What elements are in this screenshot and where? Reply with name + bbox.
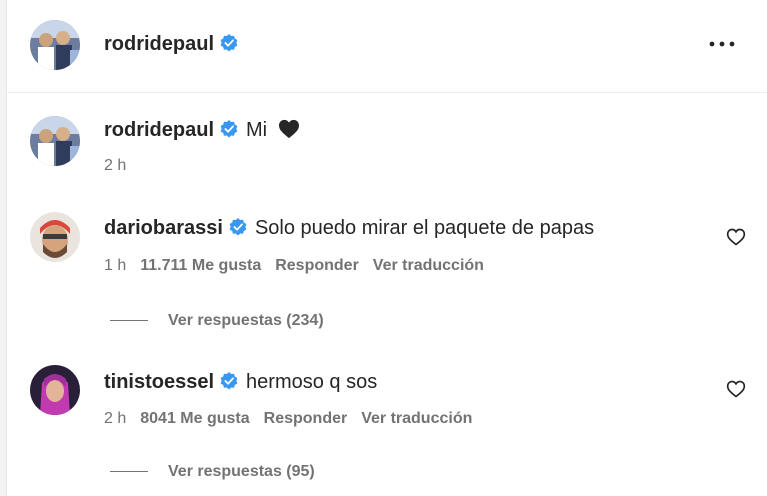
comment-likes[interactable]: 11.711 Me gusta: [140, 257, 261, 274]
black-heart-icon: [278, 119, 299, 139]
reply-button[interactable]: Responder: [264, 410, 348, 427]
caption-time: 2 h: [104, 157, 127, 174]
header-avatar[interactable]: [30, 20, 80, 70]
comment-time: 1 h: [104, 257, 127, 274]
view-replies-button-1[interactable]: Ver respuestas (234): [110, 312, 324, 330]
verified-badge-icon: [220, 34, 238, 52]
caption-username[interactable]: rodridepaul: [104, 119, 214, 141]
caption-line: rodridepaul Mi: [104, 119, 300, 142]
replies-divider-line: [110, 320, 148, 322]
verified-badge-icon: [220, 120, 238, 138]
header-username[interactable]: rodridepaul: [104, 33, 214, 55]
comment-avatar-dariobarassi[interactable]: [30, 212, 80, 262]
verified-badge-icon: [229, 218, 247, 236]
more-options-icon[interactable]: [707, 34, 737, 54]
comment-likes[interactable]: 8041 Me gusta: [140, 410, 249, 427]
like-heart-icon[interactable]: [726, 379, 746, 399]
instagram-post-comments: rodridepaul rodridepaul Mi 2 h dariobara…: [0, 0, 767, 496]
translate-button[interactable]: Ver traducción: [373, 257, 484, 274]
comment-text: Solo puedo mirar el paquete de papas: [254, 217, 595, 239]
comment-text: hermoso q sos: [246, 371, 378, 393]
caption-meta: 2 h: [104, 157, 140, 175]
comment-username[interactable]: dariobarassi: [104, 217, 223, 239]
comment-avatar-tinistoessel[interactable]: [30, 365, 80, 415]
comment-username[interactable]: tinistoessel: [104, 371, 214, 393]
replies-divider-line: [110, 471, 148, 473]
verified-badge-icon: [220, 372, 238, 390]
translate-button[interactable]: Ver traducción: [361, 410, 472, 427]
view-replies-label[interactable]: Ver respuestas (95): [168, 463, 315, 480]
view-replies-button-2[interactable]: Ver respuestas (95): [110, 463, 315, 481]
header-user: rodridepaul: [104, 33, 238, 56]
caption-avatar[interactable]: [30, 116, 80, 166]
post-header: rodridepaul: [6, 0, 767, 93]
caption-text: Mi: [246, 119, 268, 141]
reply-button[interactable]: Responder: [275, 257, 359, 274]
comment-meta-1: 1 h 11.711 Me gusta Responder Ver traducció…: [104, 257, 498, 275]
comment-meta-2: 2 h 8041 Me gusta Responder Ver traducción: [104, 410, 486, 428]
view-replies-label[interactable]: Ver respuestas (234): [168, 312, 324, 329]
comment-line-1: dariobarassi Solo puedo mirar el paquete …: [104, 217, 594, 240]
comment-time: 2 h: [104, 410, 127, 427]
comment-line-2: tinistoessel hermoso q sos: [104, 371, 377, 394]
like-heart-icon[interactable]: [726, 227, 746, 247]
